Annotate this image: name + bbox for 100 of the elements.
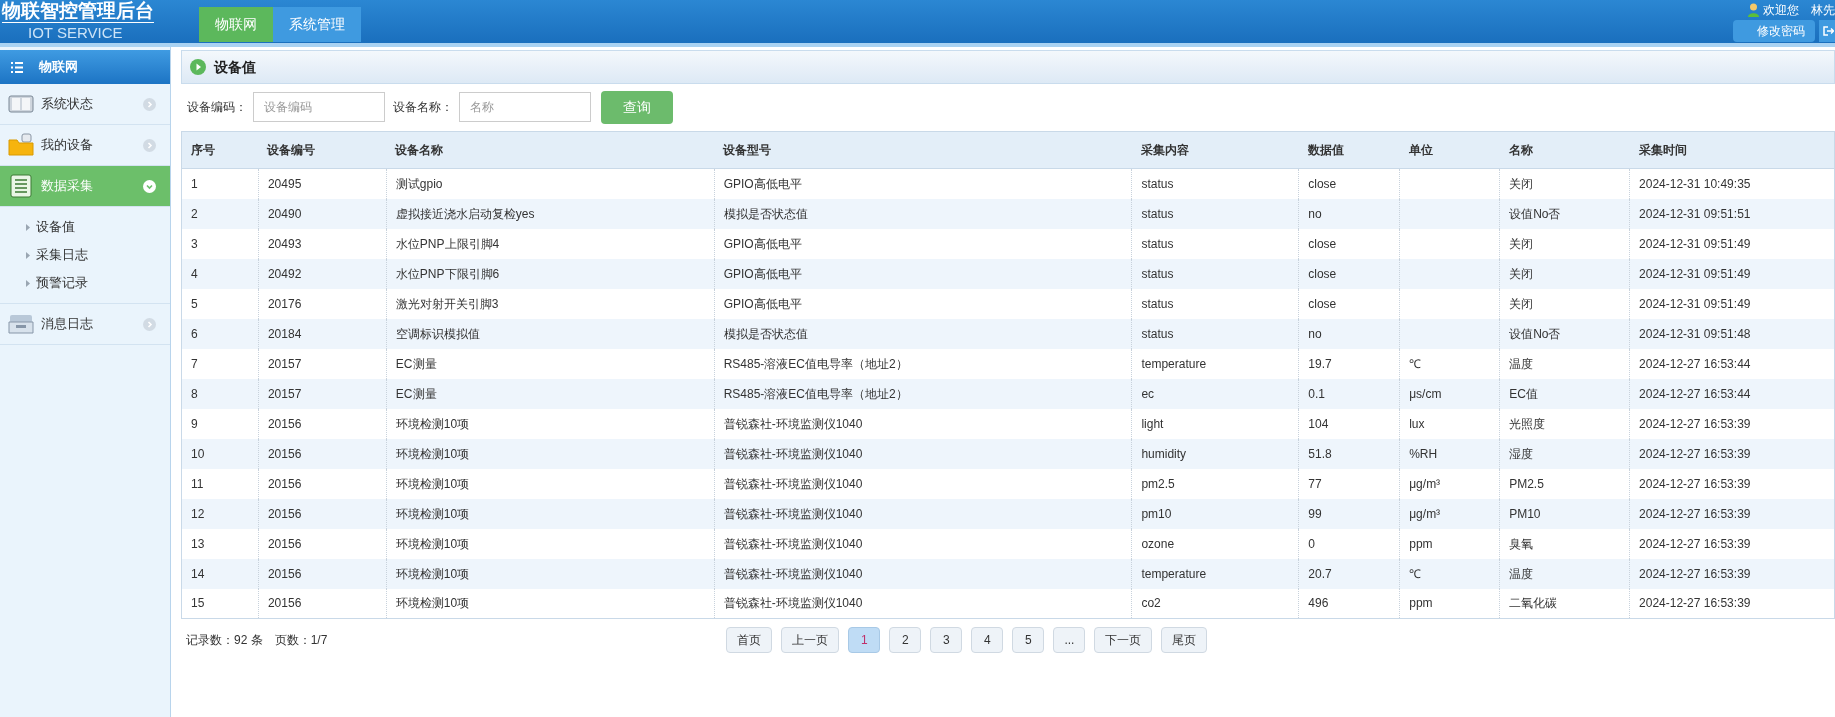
table-cell: no — [1298, 198, 1400, 229]
table-cell: PM2.5 — [1499, 468, 1630, 499]
table-cell: 20493 — [258, 228, 387, 259]
table-cell: status — [1131, 258, 1299, 289]
table-cell: 19.7 — [1298, 348, 1400, 379]
table-cell: close — [1298, 288, 1400, 319]
record-count: 记录数：92 条 — [185, 632, 263, 649]
pagination-button[interactable]: 上一页 — [781, 627, 840, 653]
filter-input[interactable]: 名称 — [459, 92, 591, 122]
table-cell: EC值 — [1499, 378, 1630, 409]
sidebar-subitem[interactable]: 采集日志 — [36, 245, 88, 265]
pagination-button[interactable]: 2 — [889, 627, 922, 653]
app-title: 物联智控管理后台 — [2, 0, 154, 23]
table-cell: 温度 — [1499, 558, 1630, 589]
table-cell: light — [1131, 408, 1299, 439]
panel-title: 设备值 — [214, 57, 256, 77]
table-cell: 2024-12-27 16:53:39 — [1629, 408, 1835, 439]
table-cell: GPIO高低电平 — [714, 228, 1132, 259]
sidebar-subitem[interactable]: 设备值 — [36, 217, 75, 237]
table-cell: 关闭 — [1499, 168, 1630, 199]
table-cell: GPIO高低电平 — [714, 168, 1132, 199]
column-header: 采集内容 — [1131, 131, 1299, 169]
pagination-button[interactable]: 首页 — [726, 627, 773, 653]
user-icon — [1748, 2, 1759, 17]
table-cell: GPIO高低电平 — [714, 288, 1132, 319]
table-cell: 测试gpio — [386, 168, 715, 199]
table-cell: close — [1298, 228, 1400, 259]
table-cell: 环境检测10项 — [386, 498, 715, 529]
table-cell: 20490 — [258, 198, 387, 229]
table-cell: 20.7 — [1298, 558, 1400, 589]
table-cell: 环境检测10项 — [386, 528, 715, 559]
pagination-button[interactable]: 3 — [930, 627, 963, 653]
table-cell: humidity — [1131, 438, 1299, 469]
pagination-button[interactable]: 4 — [971, 627, 1004, 653]
sidebar-label: 数据采集 — [41, 177, 93, 196]
table-cell: 模拟是否状态值 — [714, 318, 1132, 349]
chevron-right-icon — [143, 138, 156, 152]
column-header: 序号 — [181, 131, 259, 169]
table-cell: ppm — [1399, 588, 1500, 619]
table-cell: 2024-12-31 09:51:48 — [1629, 318, 1835, 349]
pagination-button[interactable]: 尾页 — [1161, 627, 1208, 653]
table-cell: 3 — [181, 228, 259, 259]
chevron-right-icon — [143, 317, 156, 331]
table-cell: status — [1131, 168, 1299, 199]
caret-icon — [26, 279, 30, 287]
table-cell: 虚拟接近浇水启动复检yes — [386, 198, 715, 229]
table-cell: 空调标识模拟值 — [386, 318, 715, 349]
pagination-button[interactable]: 1 — [848, 627, 881, 653]
filter-input[interactable]: 设备编码 — [253, 92, 385, 122]
table-cell: co2 — [1131, 588, 1299, 619]
table-cell: status — [1131, 318, 1299, 349]
table-cell: 20157 — [258, 348, 387, 379]
table-cell: 环境检测10项 — [386, 468, 715, 499]
table-cell: 2024-12-27 16:53:39 — [1629, 588, 1835, 619]
pagination-button[interactable]: 下一页 — [1094, 627, 1153, 653]
caret-icon — [26, 251, 30, 259]
table-cell: 51.8 — [1298, 438, 1400, 469]
table-cell: 20157 — [258, 378, 387, 409]
table-cell: GPIO高低电平 — [714, 258, 1132, 289]
table-cell: 15 — [181, 588, 259, 619]
table-cell: EC测量 — [386, 378, 715, 409]
sidebar-label: 我的设备 — [41, 136, 93, 155]
table-cell: 湿度 — [1499, 438, 1630, 469]
table-cell: 二氧化碳 — [1499, 588, 1630, 619]
table-cell: 2024-12-27 16:53:39 — [1629, 468, 1835, 499]
logout-button[interactable] — [1819, 20, 1835, 42]
table-cell: 2024-12-27 16:53:39 — [1629, 498, 1835, 529]
sidebar-title: 物联网 — [39, 58, 78, 77]
table-cell: μs/cm — [1399, 378, 1500, 409]
table-cell: 10 — [181, 438, 259, 469]
table-cell: 2024-12-27 16:53:39 — [1629, 558, 1835, 589]
table-cell: 关闭 — [1499, 288, 1630, 319]
table-cell: 77 — [1298, 468, 1400, 499]
table-cell: temperature — [1131, 558, 1299, 589]
table-cell: 13 — [181, 528, 259, 559]
table-cell: 普锐森社-环境监测仪1040 — [714, 558, 1132, 589]
sidebar-item[interactable]: 系统状态 — [0, 84, 170, 125]
column-header: 设备编号 — [258, 131, 387, 169]
table-cell: 水位PNP下限引脚6 — [386, 258, 715, 289]
table-cell: pm10 — [1131, 498, 1299, 529]
page-count: 页数：1/7 — [274, 632, 328, 649]
sidebar-subitem[interactable]: 预警记录 — [36, 273, 88, 293]
book-icon — [8, 94, 34, 114]
table-cell: ozone — [1131, 528, 1299, 559]
logout-icon — [1822, 26, 1834, 36]
table-cell: %RH — [1399, 438, 1500, 469]
sidebar-label: 系统状态 — [41, 95, 93, 114]
table-cell: 2024-12-31 09:51:49 — [1629, 258, 1835, 289]
table-cell: 环境检测10项 — [386, 588, 715, 619]
table-cell: 设值No否 — [1499, 198, 1630, 229]
pagination-button[interactable]: 5 — [1012, 627, 1045, 653]
table-cell: 2024-12-31 09:51:51 — [1629, 198, 1835, 229]
table-cell: 2024-12-27 16:53:44 — [1629, 378, 1835, 409]
sidebar-item[interactable]: 消息日志 — [0, 304, 170, 345]
menu-icon — [11, 61, 23, 73]
table-cell: EC测量 — [386, 348, 715, 379]
pagination-button[interactable]: ... — [1053, 627, 1086, 653]
table-cell: 光照度 — [1499, 408, 1630, 439]
table-cell: 6 — [181, 318, 259, 349]
table-cell: no — [1298, 318, 1400, 349]
